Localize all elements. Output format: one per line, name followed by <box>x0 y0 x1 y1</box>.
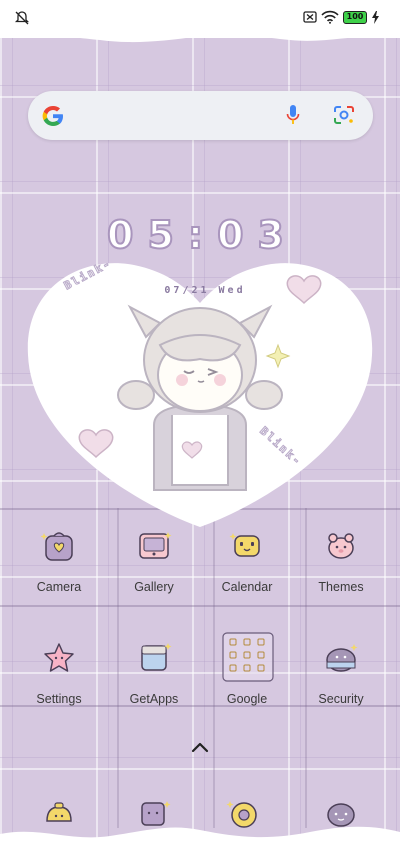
app-label: Gallery <box>134 580 174 594</box>
calendar-icon <box>229 533 260 557</box>
top-wave-decor <box>0 30 400 43</box>
app-themes[interactable]: Themes <box>294 528 388 618</box>
app-calendar[interactable]: Calendar <box>200 528 294 618</box>
app-label: Google <box>226 692 268 706</box>
clock-time[interactable]: 05:03 <box>105 212 300 263</box>
app-gallery[interactable]: Gallery <box>107 528 201 618</box>
app-google-folder[interactable]: Google <box>200 632 294 722</box>
lens-camera-icon[interactable] <box>333 105 355 125</box>
themes-icon <box>328 533 354 559</box>
mic-icon[interactable] <box>286 104 300 126</box>
google-search-bar[interactable] <box>28 91 373 140</box>
app-security[interactable]: Security <box>294 640 388 730</box>
camera-icon <box>41 532 73 561</box>
app-label: GetApps <box>129 692 179 706</box>
bottom-wave-decor <box>0 826 400 866</box>
app-label: Calendar <box>221 580 273 594</box>
app-camera[interactable]: Camera <box>12 528 106 618</box>
gallery-icon <box>139 532 172 559</box>
app-label: Settings <box>36 692 82 706</box>
charging-icon <box>372 11 379 24</box>
wifi-icon <box>321 10 339 24</box>
clock-date: 07/21 Wed <box>164 285 246 296</box>
settings-icon <box>44 643 74 672</box>
google-logo <box>42 106 63 126</box>
getapps-icon <box>141 643 172 671</box>
app-label: Camera <box>36 580 82 594</box>
app-label: Security <box>318 692 364 706</box>
app-settings[interactable]: Settings <box>12 640 106 730</box>
app-label: Themes <box>318 580 364 594</box>
sim-off-icon <box>303 11 317 23</box>
battery-icon: 100 <box>343 11 367 24</box>
chevron-up-icon[interactable] <box>190 740 210 754</box>
home-screen: 100 05:03 07/21 Wed Blink- Blink- Camera… <box>0 0 400 866</box>
app-getapps[interactable]: GetApps <box>107 640 201 730</box>
security-icon <box>326 644 358 672</box>
notification-off-icon <box>14 11 30 25</box>
google-folder-icon <box>222 632 274 682</box>
